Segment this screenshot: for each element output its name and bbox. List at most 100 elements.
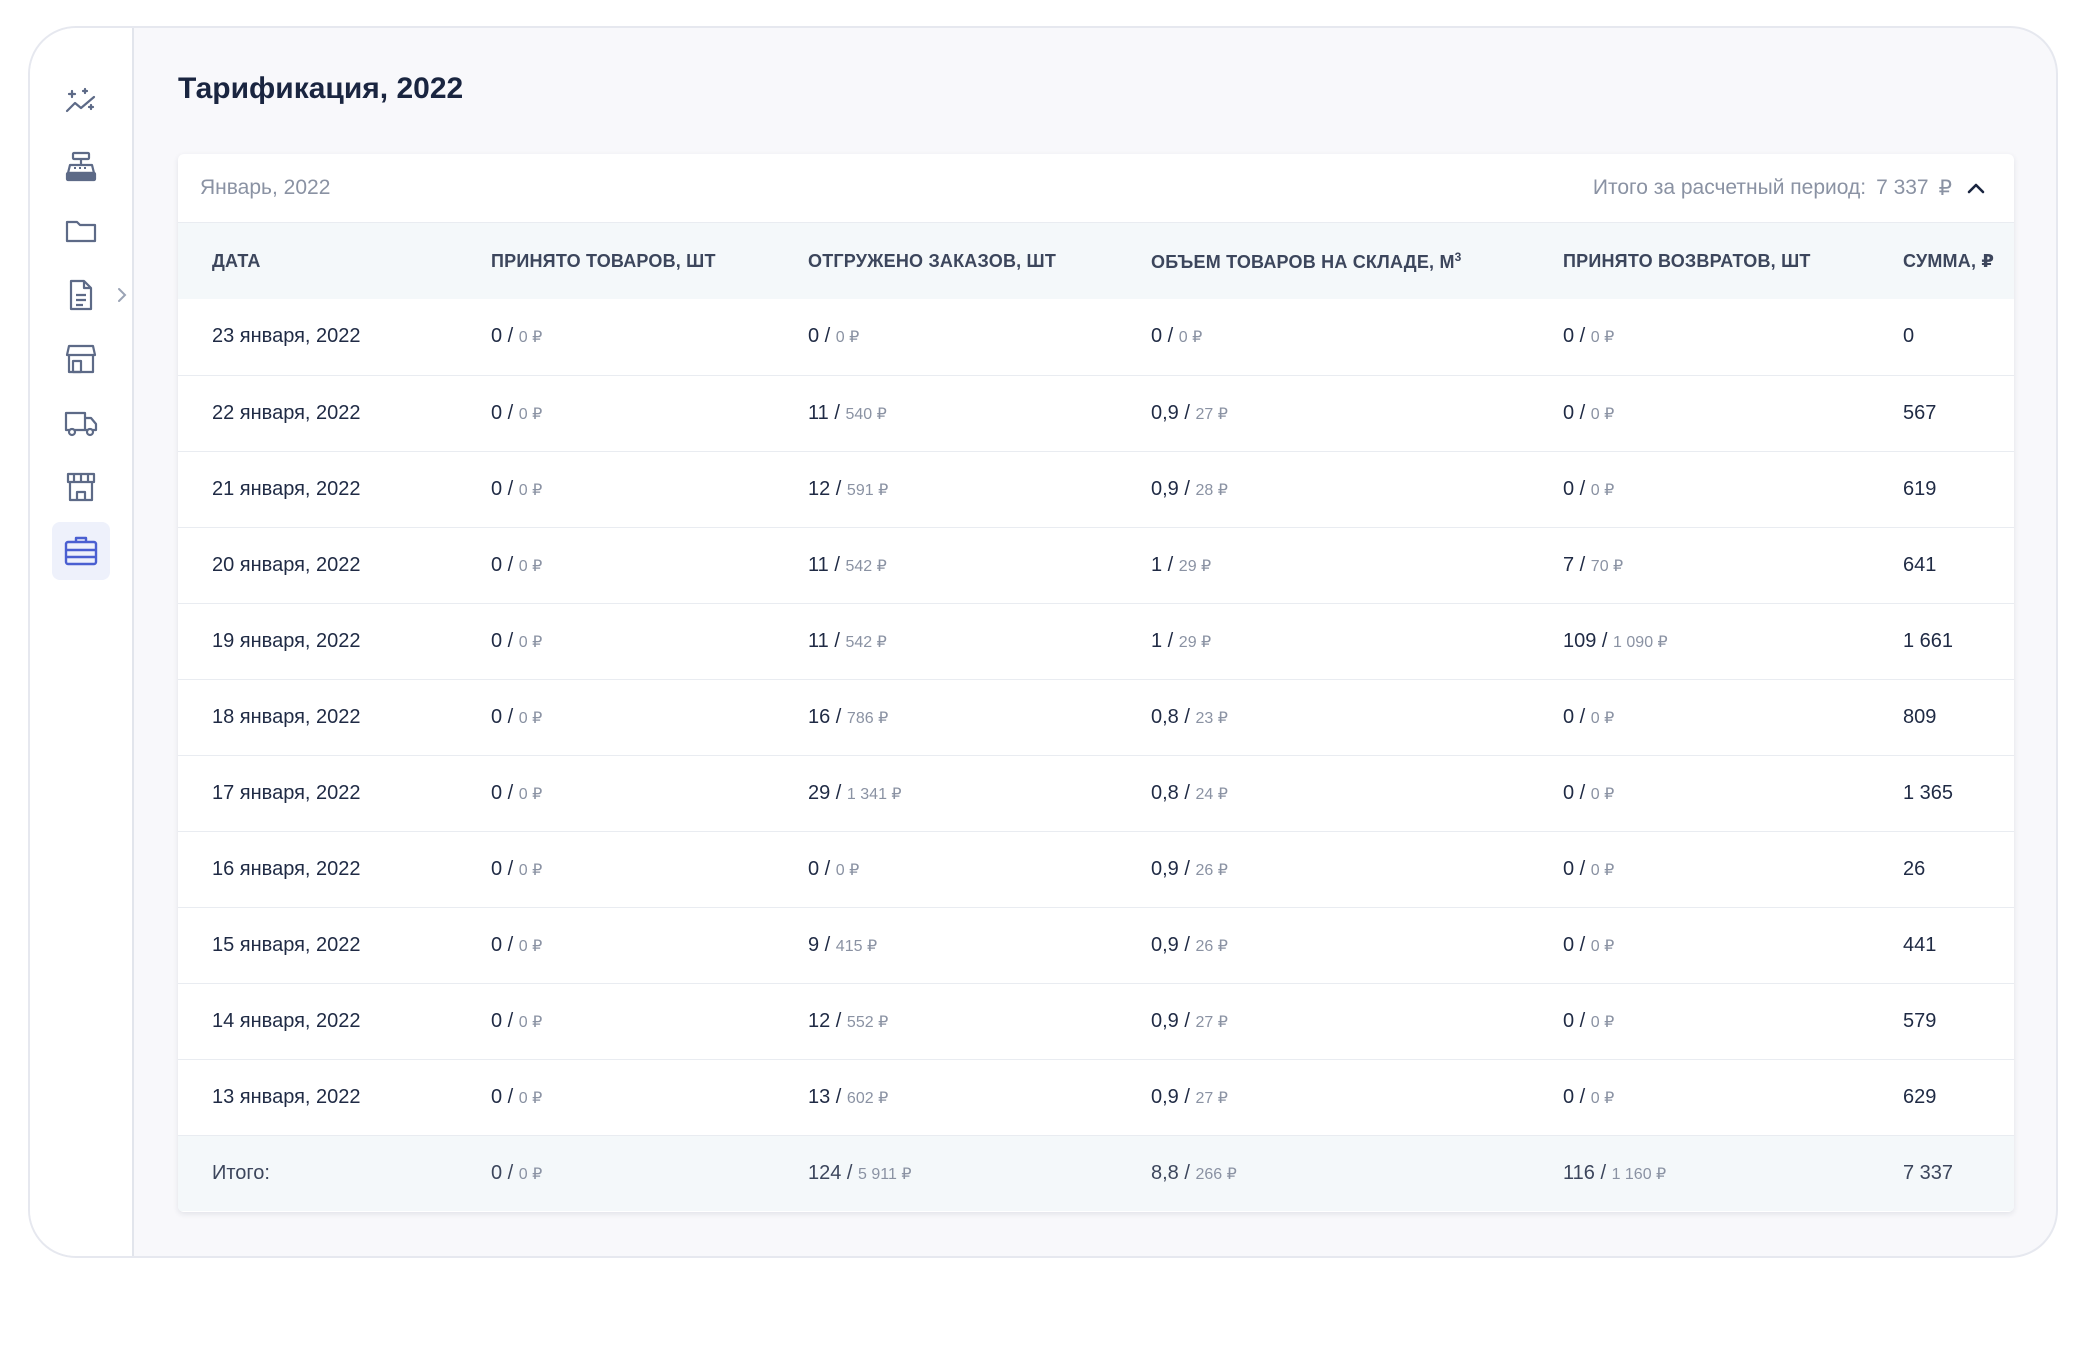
delivery-truck-icon: [64, 411, 98, 437]
cell-returns-money: 0 ₽: [1590, 1089, 1615, 1107]
cell-shipped: 11 / 542 ₽: [774, 603, 1117, 679]
cell-returns-money: 0 ₽: [1590, 785, 1615, 803]
nav-warehouse[interactable]: [52, 458, 110, 516]
cell-received: 0 / 0 ₽: [457, 831, 774, 907]
cell-received: 0 / 0 ₽: [457, 983, 774, 1059]
warehouse-icon: [66, 472, 96, 502]
cell-shipped-money: 542 ₽: [845, 557, 887, 575]
cell-shipped: 29 / 1 341 ₽: [774, 755, 1117, 831]
cell-returns-count: 0 /: [1563, 477, 1591, 500]
cell-shipped: 0 / 0 ₽: [774, 299, 1117, 375]
cell-received-count: 0 /: [491, 401, 519, 424]
cell-sum: 567: [1903, 401, 1937, 424]
cell-date: 16 января, 2022: [212, 857, 361, 880]
cell-returns-money: 1 090 ₽: [1613, 633, 1668, 651]
totals-sum: 7 337: [1903, 1161, 1954, 1184]
cell-volume: 0,9 / 27 ₽: [1117, 1059, 1529, 1135]
period-total-label: Итого за расчетный период:: [1592, 176, 1867, 199]
cell-volume: 0,8 / 24 ₽: [1117, 755, 1529, 831]
cell-shipped-count: 12 /: [808, 477, 847, 500]
cell-shipped-count: 0 /: [808, 857, 836, 880]
cell-shipped: 11 / 540 ₽: [774, 375, 1117, 451]
page-title: Тарификация, 2022: [178, 72, 464, 105]
totals-row: Итого: 0 / 0 ₽ 124 / 5 911 ₽ 8,8 / 266 ₽…: [178, 1135, 2014, 1211]
chevron-up-icon[interactable]: [1966, 181, 1986, 195]
cell-sum: 441: [1903, 933, 1937, 956]
cell-returns-count: 0 /: [1563, 325, 1591, 348]
cell-volume-money: 29 ₽: [1178, 557, 1212, 575]
nav-cash-register[interactable]: [52, 138, 110, 196]
app-window: Тарификация, 2022 Январь, 2022 Итого за …: [28, 26, 2058, 1258]
column-header-returns: Принято возвратов, шт: [1563, 250, 1811, 271]
cell-shipped-money: 542 ₽: [845, 633, 887, 651]
cell-volume: 0,9 / 26 ₽: [1117, 907, 1529, 983]
cell-shipped-money: 591 ₽: [846, 481, 889, 499]
cell-shipped: 13 / 602 ₽: [774, 1059, 1117, 1135]
cell-received-count: 0 /: [491, 553, 519, 576]
period-total-currency: ₽: [1938, 176, 1952, 200]
cell-received: 0 / 0 ₽: [457, 907, 774, 983]
cell-returns-money: 0 ₽: [1590, 405, 1615, 423]
cell-date: 18 января, 2022: [212, 705, 361, 728]
cell-received-money: 0 ₽: [518, 633, 543, 651]
cell-received: 0 / 0 ₽: [457, 299, 774, 375]
cell-shipped: 9 / 415 ₽: [774, 907, 1117, 983]
cell-volume-money: 27 ₽: [1195, 405, 1228, 423]
tariff-table: Дата Принято товаров, шт Отгружено заказ…: [178, 223, 2014, 1211]
cell-returns: 0 / 0 ₽: [1529, 299, 1869, 375]
cell-returns-count: 0 /: [1563, 401, 1591, 424]
cell-volume: 0,9 / 28 ₽: [1117, 451, 1529, 527]
cell-returns-count: 0 /: [1563, 857, 1591, 880]
cell-date: 21 января, 2022: [212, 477, 361, 500]
totals-volume-count: 8,8 /: [1151, 1161, 1196, 1184]
cell-volume-count: 0,9 /: [1151, 857, 1196, 880]
cell-shipped: 11 / 542 ₽: [774, 527, 1117, 603]
column-header-volume: Объем товаров на складе, м3: [1117, 223, 1529, 299]
cell-received-money: 0 ₽: [518, 1013, 543, 1031]
table-row: 15 января, 2022 0 / 0 ₽9 / 415 ₽0,9 / 26 …: [178, 907, 2014, 983]
cell-sum: 629: [1903, 1085, 1937, 1108]
table-row: 16 января, 2022 0 / 0 ₽0 / 0 ₽0,9 / 26 ₽0…: [178, 831, 2014, 907]
cell-sum: 619: [1903, 477, 1937, 500]
cash-register-icon: [65, 151, 97, 182]
totals-shipped: 124 / 5 911 ₽: [774, 1135, 1117, 1211]
cell-volume-count: 0,9 /: [1151, 1085, 1196, 1108]
cell-shipped-money: 0 ₽: [835, 861, 860, 879]
period-header[interactable]: Январь, 2022 Итого за расчетный период: …: [178, 154, 2014, 223]
cell-volume-money: 26 ₽: [1195, 937, 1228, 955]
cell-returns: 0 / 0 ₽: [1529, 983, 1869, 1059]
cell-returns: 109 / 1 090 ₽: [1529, 603, 1869, 679]
period-total-value: 7 337: [1876, 176, 1929, 199]
nav-documents[interactable]: [52, 266, 110, 324]
totals-returns-money: 1 160 ₽: [1611, 1165, 1667, 1183]
nav-tariffs[interactable]: [52, 522, 110, 580]
cell-returns-money: 0 ₽: [1590, 937, 1615, 955]
cell-volume-count: 0,9 /: [1151, 1009, 1196, 1032]
column-header-volume-sup: 3: [1454, 249, 1462, 264]
cell-returns-count: 0 /: [1563, 1085, 1591, 1108]
cell-date: 13 января, 2022: [212, 1085, 361, 1108]
cell-volume-count: 0,9 /: [1151, 477, 1196, 500]
cell-date: 20 января, 2022: [212, 553, 361, 576]
cell-received-money: 0 ₽: [518, 861, 543, 879]
table-header-row: Дата Принято товаров, шт Отгружено заказ…: [178, 223, 2014, 299]
cell-received-count: 0 /: [491, 705, 519, 728]
cell-received-money: 0 ₽: [518, 709, 543, 727]
nav-documents-expand[interactable]: [114, 283, 130, 307]
cell-volume-money: 29 ₽: [1178, 633, 1212, 651]
cell-returns-money: 0 ₽: [1590, 709, 1615, 727]
cell-date: 15 января, 2022: [212, 933, 361, 956]
period-total-toggle[interactable]: Итого за расчетный период: 7 337 ₽: [1593, 176, 1986, 201]
cell-returns: 0 / 0 ₽: [1529, 679, 1869, 755]
cell-received: 0 / 0 ₽: [457, 451, 774, 527]
cell-volume-money: 24 ₽: [1195, 785, 1228, 803]
nav-delivery[interactable]: [52, 394, 110, 452]
cell-received: 0 / 0 ₽: [457, 1059, 774, 1135]
nav-store[interactable]: [52, 330, 110, 388]
cell-volume-money: 28 ₽: [1195, 481, 1228, 499]
nav-folder[interactable]: [52, 202, 110, 260]
cell-received-count: 0 /: [491, 857, 519, 880]
nav-analytics[interactable]: [52, 74, 110, 132]
cell-shipped: 0 / 0 ₽: [774, 831, 1117, 907]
table-row: 18 января, 2022 0 / 0 ₽16 / 786 ₽0,8 / 23…: [178, 679, 2014, 755]
